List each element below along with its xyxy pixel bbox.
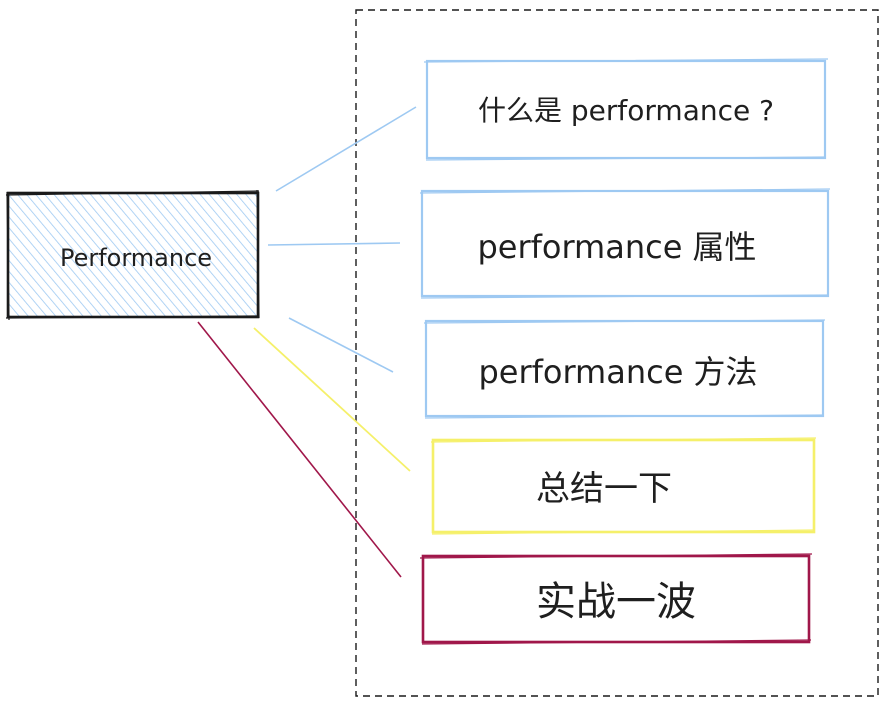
connector-1	[275, 106, 417, 192]
connectors	[197, 106, 417, 578]
item-node-3[interactable]: performance 方法	[423, 319, 826, 419]
root-node[interactable]: Performance	[5, 189, 260, 321]
connector-2	[267, 242, 401, 246]
connector-3	[288, 317, 394, 373]
root-node-label: Performance	[60, 244, 212, 272]
item-node-3-label: performance 方法	[478, 353, 757, 391]
item-node-5[interactable]: 实战一波	[419, 553, 813, 645]
item-node-5-label: 实战一波	[536, 579, 696, 625]
item-node-2[interactable]: performance 属性	[419, 188, 831, 299]
item-node-2-label: performance 属性	[477, 228, 756, 266]
item-node-1-label: 什么是 performance ?	[478, 94, 774, 127]
diagram-canvas: Performance 什么是 performance ? performanc…	[5, 9, 879, 697]
connector-4	[253, 327, 411, 472]
item-node-4[interactable]: 总结一下	[430, 437, 817, 535]
item-node-1[interactable]: 什么是 performance ?	[423, 58, 829, 161]
item-node-4-label: 总结一下	[536, 469, 672, 509]
